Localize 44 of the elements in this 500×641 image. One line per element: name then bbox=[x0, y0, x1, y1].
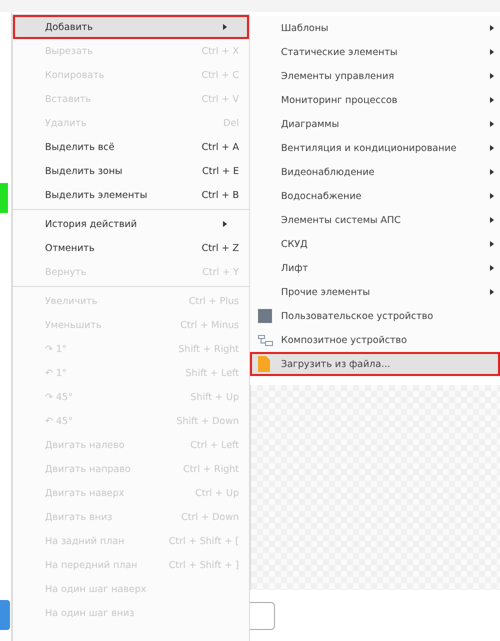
submenu-arrow-icon bbox=[490, 49, 494, 55]
menu-item[interactable]: Композитное устройство bbox=[250, 328, 500, 352]
shortcut-label: Ctrl + E bbox=[202, 166, 239, 176]
submenu-arrow-icon bbox=[490, 265, 494, 271]
submenu-arrow-icon bbox=[490, 193, 494, 199]
menu-item[interactable]: Загрузить из файла... bbox=[250, 352, 500, 376]
menu-item[interactable]: Шаблоны bbox=[250, 16, 500, 40]
menu-item[interactable]: Диаграммы bbox=[250, 112, 500, 136]
submenu-arrow-icon bbox=[223, 24, 227, 30]
submenu-arrow-icon bbox=[490, 289, 494, 295]
menu-item[interactable]: Прочие элементы bbox=[250, 280, 500, 304]
submenu-arrow-icon bbox=[490, 97, 494, 103]
menu-item[interactable]: Выделить зоны Ctrl + E bbox=[13, 159, 249, 183]
status-block bbox=[0, 183, 8, 213]
menu-item[interactable]: Статические элементы bbox=[250, 40, 500, 64]
menu-item[interactable]: Элементы управления bbox=[250, 64, 500, 88]
submenu-arrow-icon bbox=[490, 217, 494, 223]
file-icon bbox=[258, 356, 270, 372]
submenu-arrow-icon bbox=[490, 73, 494, 79]
shortcut-label: Ctrl + A bbox=[202, 142, 239, 152]
submenu-arrow-icon bbox=[490, 121, 494, 127]
submenu-arrow-icon bbox=[490, 145, 494, 151]
menu-item[interactable]: Вентиляция и кондиционирование bbox=[250, 136, 500, 160]
square-icon bbox=[258, 309, 272, 323]
submenu-arrow-icon bbox=[490, 241, 494, 247]
submenu-arrow-icon bbox=[223, 221, 227, 227]
menu-item[interactable]: Выделить всё Ctrl + A bbox=[13, 135, 249, 159]
submenu-arrow-icon bbox=[490, 169, 494, 175]
menu-item[interactable]: Добавить bbox=[13, 15, 249, 39]
menu-item[interactable]: Водоснабжение bbox=[250, 184, 500, 208]
menu-item[interactable]: Мониторинг процессов bbox=[250, 88, 500, 112]
menu-item[interactable]: Элементы системы АПС bbox=[250, 208, 500, 232]
menu-item[interactable]: Пользовательское устройство bbox=[250, 304, 500, 328]
menu-item[interactable]: Видеонаблюдение bbox=[250, 160, 500, 184]
shortcut-label: Ctrl + Z bbox=[202, 242, 239, 254]
menu-item[interactable]: СКУД bbox=[250, 232, 500, 256]
menu-item[interactable]: Отменить Ctrl + Z bbox=[13, 236, 249, 260]
menu-item[interactable]: История действий bbox=[13, 212, 249, 236]
menu-item[interactable]: Лифт bbox=[250, 256, 500, 280]
menu-item[interactable]: Выделить элементы Ctrl + B bbox=[13, 183, 249, 207]
submenu-arrow-icon bbox=[490, 25, 494, 31]
side-button[interactable] bbox=[0, 600, 10, 630]
shortcut-label: Ctrl + B bbox=[202, 190, 239, 200]
composite-icon bbox=[258, 334, 273, 346]
